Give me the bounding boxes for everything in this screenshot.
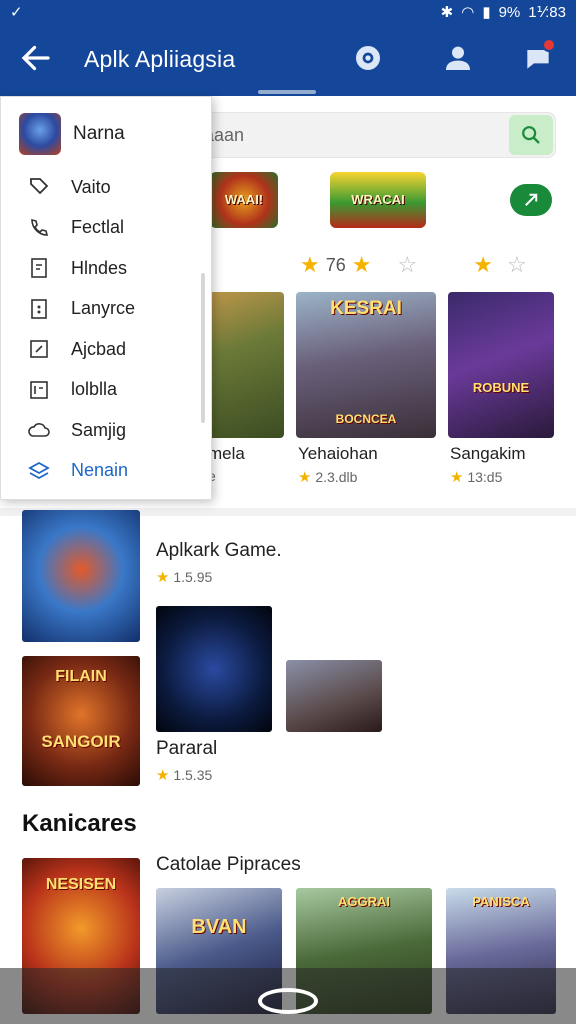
tab-indicator (258, 90, 316, 94)
game-card[interactable]: KESRAI BOCNCEA Yehaiohan ★ 2.3.dlb (296, 292, 436, 486)
star-icon: ★ (300, 252, 320, 277)
game-name: Sangakim (450, 444, 526, 463)
section-rating: ★ 1.5.35 (156, 767, 213, 784)
signal-icon: ▮ (482, 4, 491, 21)
section-title: Aplkark Game. (156, 540, 282, 561)
game-rating: ★ 2.3.dlb (298, 469, 358, 486)
drawer-item-nenain[interactable]: Nenain (1, 451, 211, 492)
status-time: 1⅟:83 (528, 4, 566, 21)
section-title: Pararal (156, 738, 218, 759)
drawer-item-hlndes[interactable]: Hlndes (1, 248, 211, 289)
game-logo-2[interactable]: WRACAI (330, 172, 426, 228)
status-check-icon: ✓ (10, 4, 23, 21)
chat-search-icon[interactable] (352, 42, 384, 74)
game-thumbnail: KESRAI BOCNCEA (296, 292, 436, 438)
drawer-profile[interactable]: Narna (19, 113, 125, 155)
account-icon[interactable] (442, 42, 474, 74)
search-bar (154, 112, 556, 158)
drawer-item-lanyrce[interactable]: Lanyrce (1, 289, 211, 330)
game-name: melа (208, 444, 245, 463)
game-tile[interactable]: FILAIN SANGOIR (22, 656, 140, 786)
star-icon: ★ (473, 252, 493, 277)
grid-icon (31, 298, 47, 319)
navigation-drawer: Narna Vaito Fectlal Hlndes Lanyrce Ajcba… (0, 96, 212, 500)
system-navigation-bar (0, 968, 576, 1024)
bluetooth-icon: ✱ (440, 4, 454, 21)
cloud-icon (28, 423, 50, 438)
drawer-item-fectlal[interactable]: Fectlal (1, 208, 211, 249)
star-outline-icon: ☆ (397, 252, 418, 277)
search-button[interactable] (509, 115, 553, 155)
section-rating: ★ 1.5.95 (156, 569, 213, 586)
drawer-item-ajcbad[interactable]: Ajcbad (1, 329, 211, 370)
wifi-icon: ◠ (461, 4, 475, 21)
game-list-section: Aplkark Game. ★ 1.5.95 FILAIN SANGOIR Pa… (0, 510, 576, 1024)
game-name: Yehaiohan (298, 444, 378, 463)
share-arrow-icon (525, 193, 538, 206)
drawer-item-lolblla[interactable]: lolblla (1, 370, 211, 411)
app-bar: Aplk Apliiagsia (0, 24, 576, 96)
game-thumbnail: ROBUNE (448, 292, 554, 438)
notifications-button[interactable] (522, 38, 556, 74)
profile-name: Narna (73, 123, 125, 144)
search-icon (522, 126, 540, 144)
document-icon (31, 258, 47, 279)
game-rating: ★ 13:d5 (450, 469, 503, 486)
drawer-scrollbar[interactable] (201, 273, 205, 423)
star-outline-icon: ☆ (506, 252, 527, 277)
home-gesture-handle[interactable] (258, 988, 318, 1014)
rating-value: 76 (325, 254, 346, 275)
battery-level: 9% (498, 3, 521, 21)
star-icon: ★ (351, 252, 372, 277)
ratings-row: ★ 76 ★ ☆ ★ ☆ (300, 252, 527, 278)
game-card[interactable]: ROBUNE Sangakim ★ 13:d5 (448, 292, 554, 486)
category-heading: Kanicares (22, 810, 137, 837)
tag-icon (30, 178, 49, 195)
phone-icon (31, 218, 49, 236)
notification-badge (542, 38, 556, 52)
game-tile[interactable] (22, 510, 140, 642)
game-logo-1[interactable]: WAAI! (210, 172, 278, 228)
section-title: Catolae Pipraces (156, 854, 301, 875)
app-title: Aplk Apliiagsia (84, 46, 236, 72)
edit-icon (30, 340, 48, 359)
back-arrow-icon[interactable] (18, 40, 54, 76)
drawer-item-samjig[interactable]: Samjig (1, 410, 211, 451)
avatar (19, 113, 61, 155)
drawer-item-vaito[interactable]: Vaito (1, 167, 211, 208)
status-bar: ✓ ✱ ◠ ▮ 9% 1⅟:83 (0, 0, 576, 24)
file-icon (30, 380, 48, 399)
layers-icon (28, 461, 50, 479)
game-tile[interactable] (286, 660, 382, 732)
share-button[interactable] (510, 184, 552, 216)
game-tile[interactable] (156, 606, 272, 732)
